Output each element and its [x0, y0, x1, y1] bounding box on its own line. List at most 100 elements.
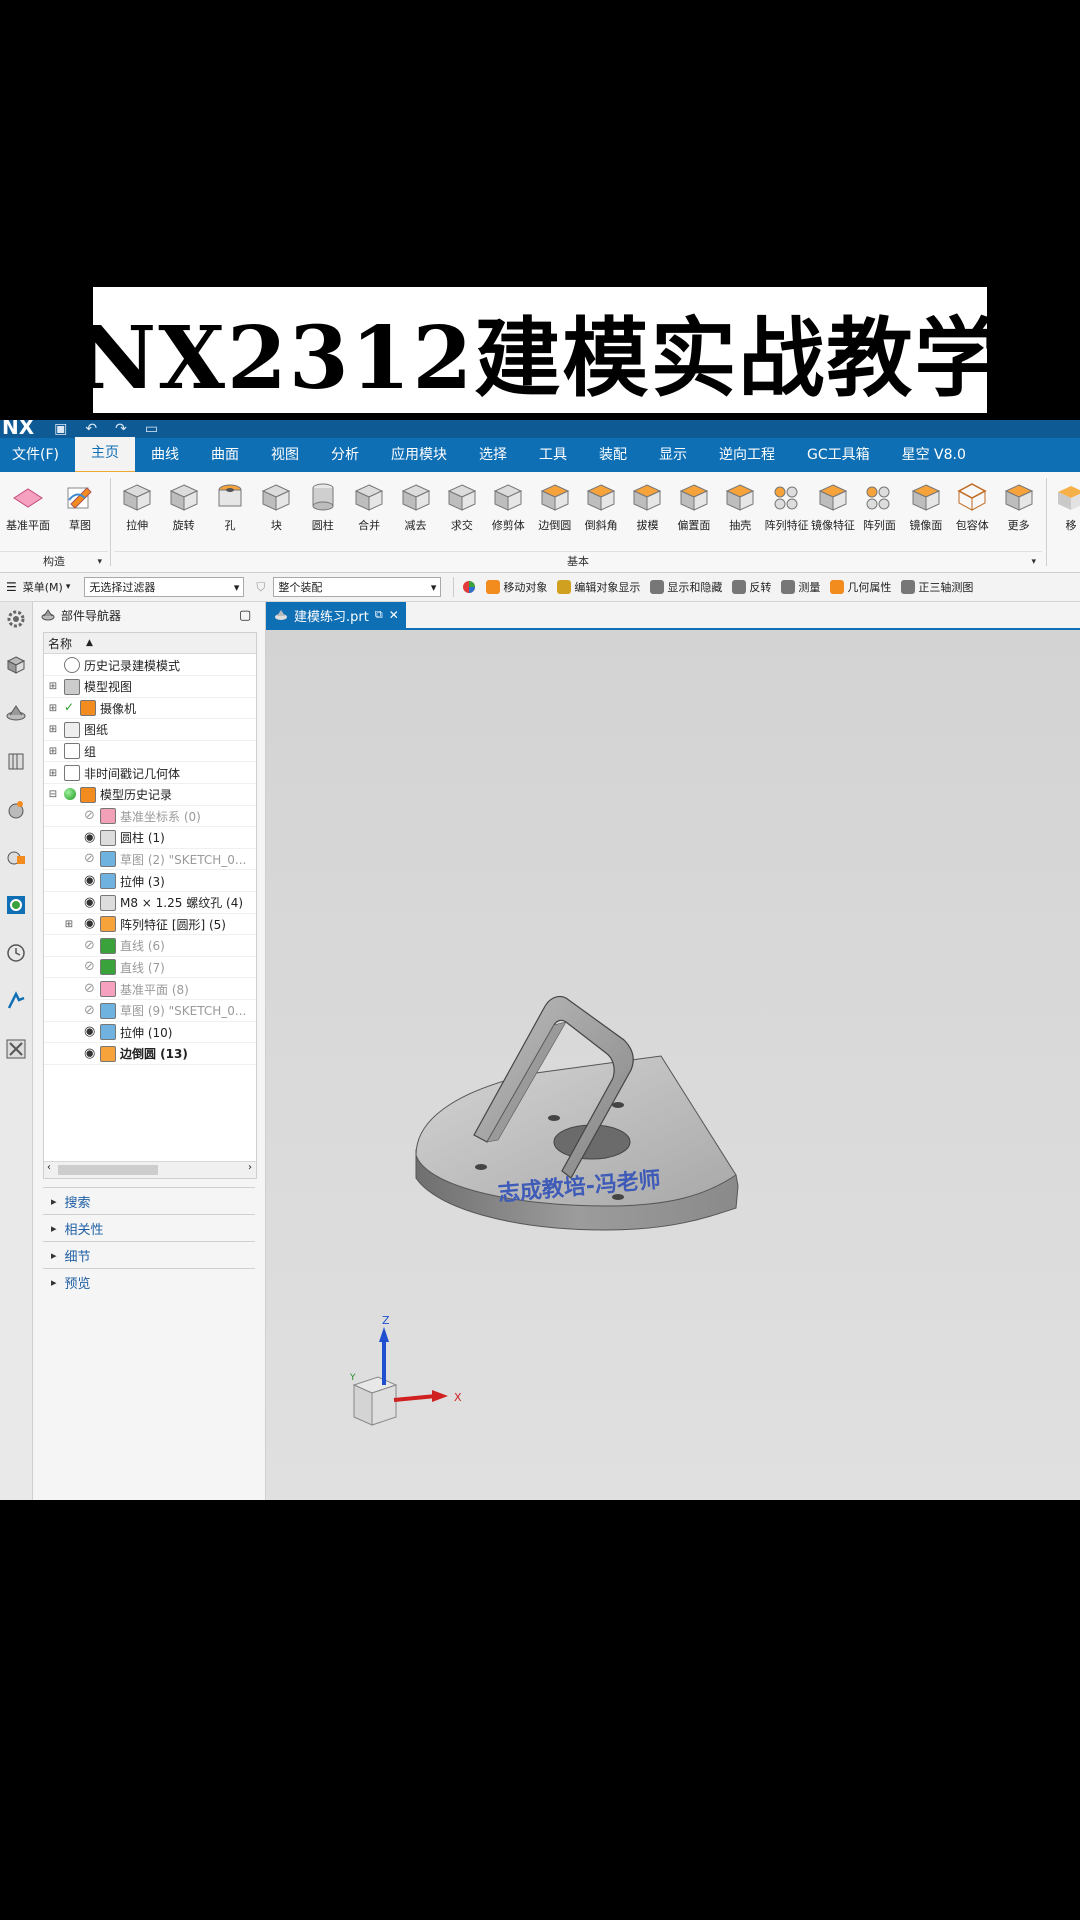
chevron-right-icon[interactable]: › — [248, 1162, 252, 1173]
settings-icon[interactable] — [5, 608, 27, 630]
menu-item[interactable]: 曲面 — [195, 438, 255, 472]
ribbon-button[interactable]: 圆柱 — [300, 472, 346, 550]
eye-icon[interactable]: ◉ — [84, 1024, 100, 1040]
undo-icon[interactable]: ↶ — [85, 421, 97, 437]
filter-funnel-icon[interactable]: ⛉ — [256, 580, 265, 595]
ribbon-button[interactable]: 抽壳 — [717, 472, 763, 550]
ribbon-button[interactable]: 减去 — [392, 472, 438, 550]
menu-item[interactable]: 装配 — [583, 438, 643, 472]
ribbon-button[interactable]: 边倒圆 — [532, 472, 578, 550]
ribbon-button[interactable]: 拔模 — [624, 472, 670, 550]
hidden-eye-icon[interactable]: ⊘ — [84, 1003, 100, 1019]
chevron-left-icon[interactable]: ‹ — [47, 1162, 51, 1173]
ribbon-button[interactable]: 合并 — [346, 472, 392, 550]
window-icon[interactable]: ▭ — [145, 421, 158, 437]
eye-icon[interactable]: ◉ — [84, 830, 100, 846]
reuse-library-icon[interactable] — [5, 750, 27, 772]
ribbon-button[interactable]: 镜像特征 — [810, 472, 856, 550]
hidden-eye-icon[interactable]: ⊘ — [84, 808, 100, 824]
expand-icon[interactable]: ⊞ — [64, 919, 74, 930]
horizontal-scrollbar[interactable]: ‹ › — [44, 1161, 256, 1178]
ribbon-button[interactable]: 阵列面 — [856, 472, 902, 550]
process-studio-icon[interactable] — [5, 990, 27, 1012]
ribbon-button[interactable]: 阵列特征 — [763, 472, 809, 550]
eye-icon[interactable]: ◉ — [84, 1046, 100, 1062]
eye-icon[interactable]: ◉ — [84, 895, 100, 911]
tree-row[interactable]: ⊘ 直线 (6) — [44, 936, 256, 957]
tree-row[interactable]: ⊘ 草图 (2) "SKETCH_0... — [44, 849, 256, 871]
hidden-eye-icon[interactable]: ⊘ — [84, 938, 100, 954]
navigator-pane[interactable]: ▸ 细节 — [43, 1241, 255, 1268]
tree-row[interactable]: ⊘ 草图 (9) "SKETCH_0... — [44, 1001, 256, 1022]
tree-row[interactable]: ⊟ 模型历史记录 — [44, 785, 256, 806]
expand-icon[interactable]: ⊞ — [48, 703, 58, 714]
hd3d-tools-icon[interactable] — [5, 798, 27, 820]
expand-icon[interactable]: ⊞ — [48, 681, 58, 692]
navigator-pane[interactable]: ▸ 搜索 — [43, 1187, 255, 1214]
menu-item[interactable]: 文件(F) — [0, 438, 75, 472]
menu-item[interactable]: 选择 — [463, 438, 523, 472]
ribbon-button[interactable]: 修剪体 — [485, 472, 531, 550]
save-icon[interactable]: ▣ — [54, 421, 67, 437]
ribbon-button-move[interactable]: 移 — [1054, 472, 1080, 533]
ribbon-button[interactable]: 基准平面 — [6, 472, 50, 550]
ribbon-button[interactable]: 块 — [253, 472, 299, 550]
toolbar-item[interactable]: 几何属性 — [830, 579, 891, 595]
ribbon-button[interactable]: 倒斜角 — [578, 472, 624, 550]
ribbon-button[interactable]: 拉伸 — [114, 472, 160, 550]
ribbon-button[interactable]: 包容体 — [949, 472, 995, 550]
tree-row[interactable]: ◉ 边倒圆 (13) — [44, 1044, 256, 1065]
expand-icon[interactable]: ⊞ — [48, 746, 58, 757]
menu-button[interactable]: 菜单(M) — [23, 579, 63, 595]
float-window-icon[interactable]: ⧉ — [375, 608, 383, 622]
web-browser-icon[interactable] — [5, 894, 27, 916]
tree-row[interactable]: ⊞ 组 — [44, 741, 256, 763]
graphics-window[interactable]: 志成教培-冯老师 Z X Y — [266, 630, 1080, 1500]
ribbon-button[interactable]: 求交 — [439, 472, 485, 550]
history-icon[interactable] — [5, 942, 27, 964]
redo-icon[interactable]: ↷ — [115, 421, 127, 437]
ribbon-button[interactable]: 镜像面 — [903, 472, 949, 550]
menu-item[interactable]: 显示 — [643, 438, 703, 472]
tree-row[interactable]: ⊞ 图纸 — [44, 720, 256, 741]
toolbar-item[interactable]: 显示和隐藏 — [650, 579, 722, 595]
part-model[interactable]: 志成教培-冯老师 — [415, 995, 739, 1231]
tree-row[interactable]: ◉ 圆柱 (1) — [44, 828, 256, 849]
eye-icon[interactable]: ◉ — [84, 916, 100, 932]
ribbon-button[interactable]: 旋转 — [160, 472, 206, 550]
menu-item[interactable]: 星空 V8.0 — [886, 438, 982, 472]
hidden-eye-icon[interactable]: ⊘ — [84, 851, 100, 867]
tree-row[interactable]: ◉ 拉伸 (10) — [44, 1022, 256, 1044]
hidden-eye-icon[interactable]: ⊘ — [84, 959, 100, 975]
tree-row[interactable]: ⊘ 基准坐标系 (0) — [44, 806, 256, 828]
tree-row[interactable]: ⊞ 模型视图 — [44, 677, 256, 698]
menu-item[interactable]: 主页 — [74, 437, 135, 473]
tree-row[interactable]: ⊞ ✓ 摄像机 — [44, 698, 256, 720]
menu-item[interactable]: GC工具箱 — [791, 438, 886, 472]
ribbon-button[interactable]: 孔 — [207, 472, 253, 550]
tree-column-header[interactable]: 名称 ▲ — [44, 633, 256, 654]
selection-filter-dropdown[interactable]: 无选择过滤器 ▾ — [84, 577, 245, 597]
menu-item[interactable]: 工具 — [523, 438, 583, 472]
maximize-icon[interactable]: ▢ — [239, 608, 251, 623]
view-triad[interactable]: Z X Y — [349, 1314, 462, 1426]
tree-row[interactable]: 历史记录建模模式 — [44, 655, 256, 676]
expand-icon[interactable]: ⊞ — [48, 724, 58, 735]
menu-item[interactable]: 视图 — [255, 438, 315, 472]
eye-icon[interactable]: ◉ — [84, 873, 100, 889]
hamburger-icon[interactable]: ☰ — [6, 580, 17, 594]
part-navigator-icon[interactable] — [5, 702, 27, 724]
assembly-navigator-icon[interactable] — [5, 654, 27, 676]
selection-scope-dropdown[interactable]: 整个装配 ▾ — [273, 577, 442, 597]
ribbon-button[interactable]: 草图 — [58, 472, 102, 550]
tree-row[interactable]: ⊞ ◉ 阵列特征 [圆形] (5) — [44, 914, 256, 936]
toolbar-item[interactable]: 反转 — [732, 579, 771, 595]
document-tab[interactable]: 建模练习.prt ⧉ ✕ — [266, 602, 406, 628]
tree-row[interactable]: ◉ M8 × 1.25 螺纹孔 (4) — [44, 893, 256, 914]
navigator-pane[interactable]: ▸ 预览 — [43, 1268, 255, 1295]
toolbar-item[interactable]: 测量 — [781, 579, 820, 595]
menu-item[interactable]: 应用模块 — [375, 438, 463, 472]
chevron-down-icon[interactable]: ▾ — [66, 582, 71, 592]
model-canvas[interactable]: 志成教培-冯老师 Z X Y — [266, 630, 1080, 1500]
toolbar-item[interactable]: 编辑对象显示 — [557, 579, 640, 595]
